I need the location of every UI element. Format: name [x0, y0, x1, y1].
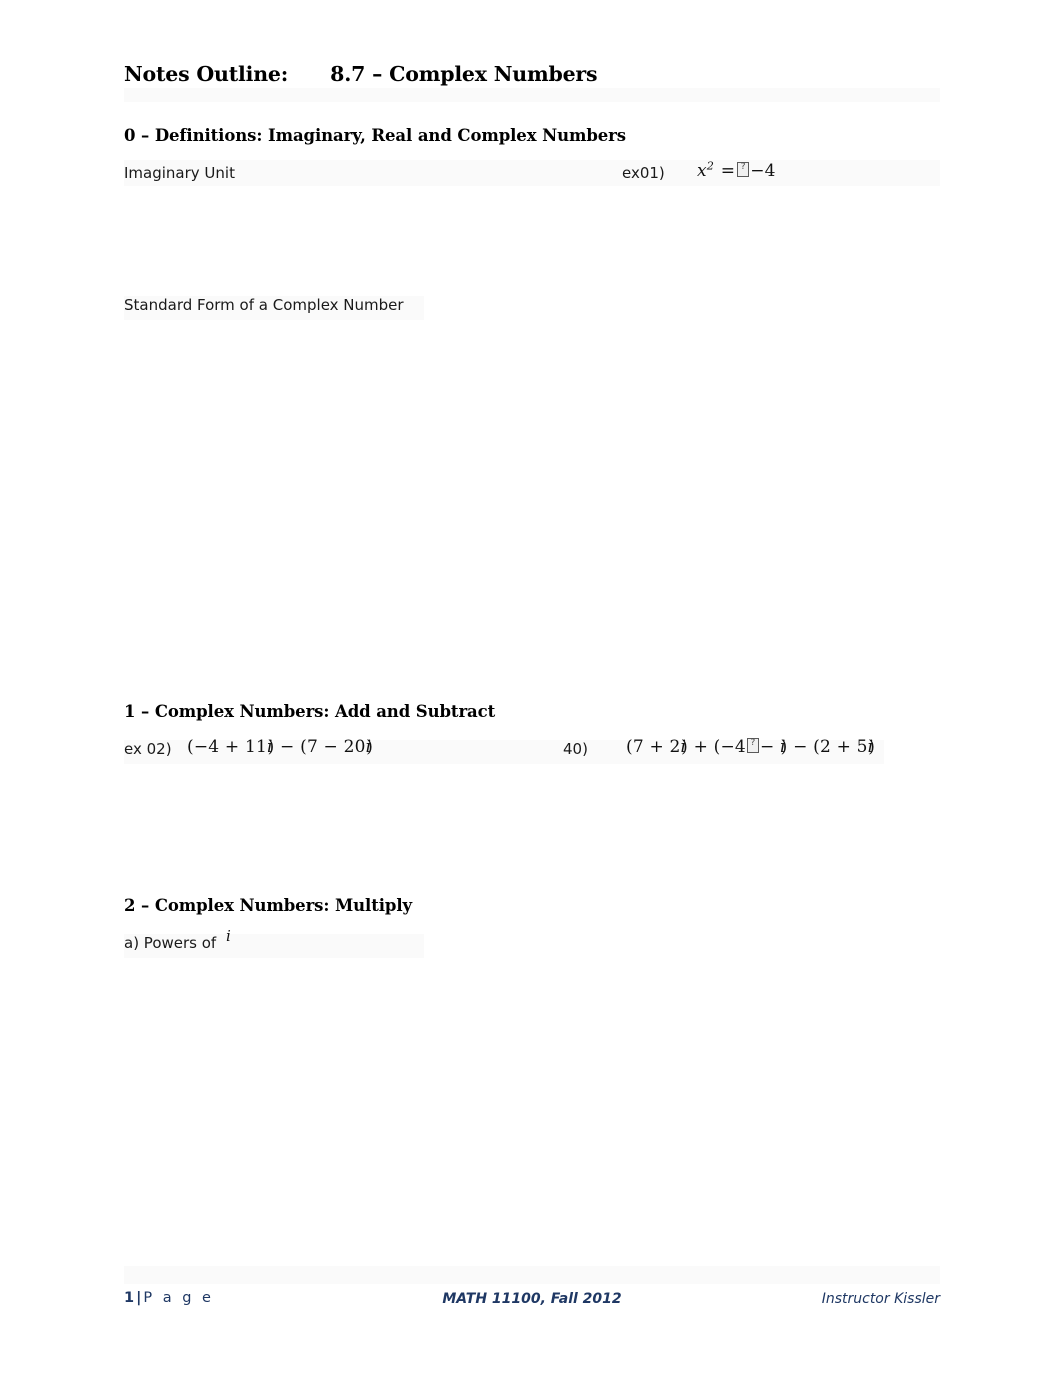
- title-prefix: Notes Outline:: [124, 62, 289, 86]
- footer-course: MATH 11100, Fall 2012: [442, 1291, 622, 1307]
- math-value: −4: [750, 161, 776, 181]
- math-expression-40: (7 + 2i) + (−4− i) − (2 + 5i): [626, 737, 875, 757]
- math-expression-ex01: x2 =−4: [697, 160, 776, 181]
- imaginary-unit-glyph: i: [867, 737, 874, 757]
- label-standard-form: Standard Form of a Complex Number: [124, 296, 404, 314]
- math-expression-ex02: (−4 + 11i) − (7 − 20i): [187, 737, 374, 757]
- example-number-ex01: ex01): [622, 164, 665, 182]
- title-main: 8.7 – Complex Numbers: [330, 62, 598, 86]
- missing-glyph-box: [746, 737, 759, 753]
- example-number-ex02: ex 02): [124, 740, 172, 758]
- section-heading-add-subtract: 1 – Complex Numbers: Add and Subtract: [124, 702, 496, 721]
- shading-band: [124, 1266, 940, 1284]
- imaginary-unit-glyph: i: [780, 737, 786, 757]
- page-footer: 1 | P a g e MATH 11100, Fall 2012 Instruct…: [124, 1290, 940, 1314]
- imaginary-unit-glyph: i: [680, 737, 687, 757]
- math-variable-x: x: [697, 161, 707, 181]
- label-powers-of-i: a) Powers of: [124, 934, 217, 952]
- document-page: Notes Outline: 8.7 – Complex Numbers 0 – …: [0, 0, 1062, 1377]
- example-number-40: 40): [563, 740, 588, 758]
- shading-band: [124, 160, 940, 186]
- footer-instructor: Instructor Kissler: [821, 1291, 940, 1307]
- page-title: Notes Outline: 8.7 – Complex Numbers: [124, 62, 598, 86]
- label-imaginary-unit: Imaginary Unit: [124, 164, 235, 182]
- shading-band: [124, 88, 940, 102]
- missing-glyph-box: [737, 161, 750, 177]
- math-equals: =: [715, 161, 736, 181]
- imaginary-unit-glyph-raised: i: [226, 927, 231, 945]
- imaginary-unit-glyph: i: [365, 737, 372, 757]
- section-heading-multiply: 2 – Complex Numbers: Multiply: [124, 896, 413, 915]
- section-heading-definitions: 0 – Definitions: Imaginary, Real and Com…: [124, 126, 626, 145]
- imaginary-unit-glyph: i: [266, 737, 273, 757]
